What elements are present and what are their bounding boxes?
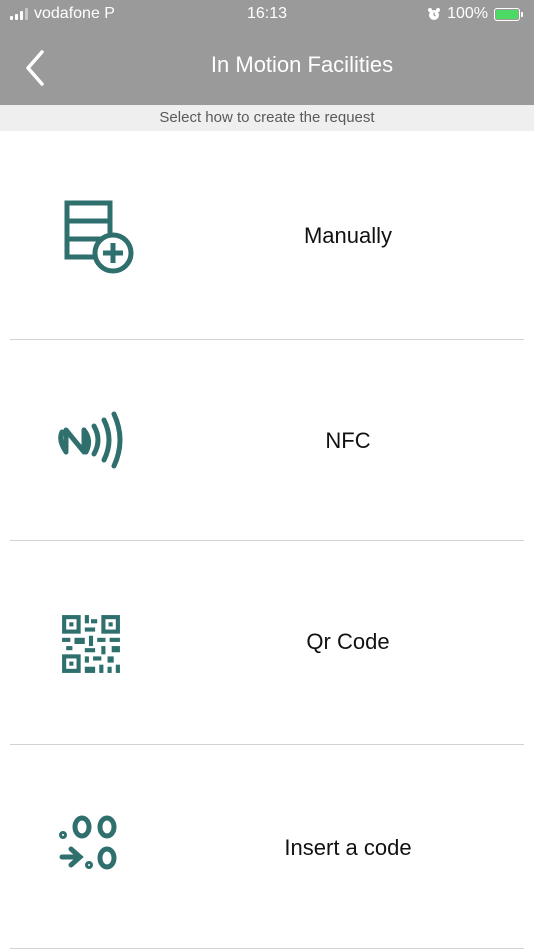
- option-label-qr-code: Qr Code: [306, 629, 390, 654]
- battery-icon: [494, 7, 523, 21]
- option-label-manually: Manually: [303, 223, 393, 248]
- option-label-insert-code: Insert a code: [284, 835, 412, 860]
- nav-bar: In Motion Facilities: [0, 28, 534, 105]
- option-label-nfc: NFC: [325, 428, 371, 453]
- qr-code-icon: [62, 615, 120, 673]
- battery-area: 100%: [427, 5, 523, 23]
- subheader-text: Select how to create the request: [0, 105, 534, 131]
- insert-code-icon: [59, 815, 117, 870]
- battery-fill: [496, 9, 518, 19]
- back-button[interactable]: [18, 48, 58, 88]
- chevron-left-icon: [26, 50, 44, 86]
- nfc-icon: [58, 411, 123, 469]
- option-manually[interactable]: Manually: [0, 131, 534, 339]
- option-insert-code[interactable]: Insert a code: [0, 745, 534, 948]
- battery-percent: 100%: [447, 5, 488, 22]
- option-nfc[interactable]: NFC: [0, 340, 534, 540]
- option-qr-code[interactable]: Qr Code: [0, 541, 534, 744]
- page-title: In Motion Facilities: [210, 52, 394, 77]
- divider: [10, 948, 524, 949]
- table-add-icon: [64, 200, 134, 274]
- alarm-icon: [428, 8, 441, 20]
- status-bar: vodafone P 16:13 100%: [0, 0, 534, 28]
- options-list: Manually NFC Qr Code Insert a code: [0, 131, 534, 949]
